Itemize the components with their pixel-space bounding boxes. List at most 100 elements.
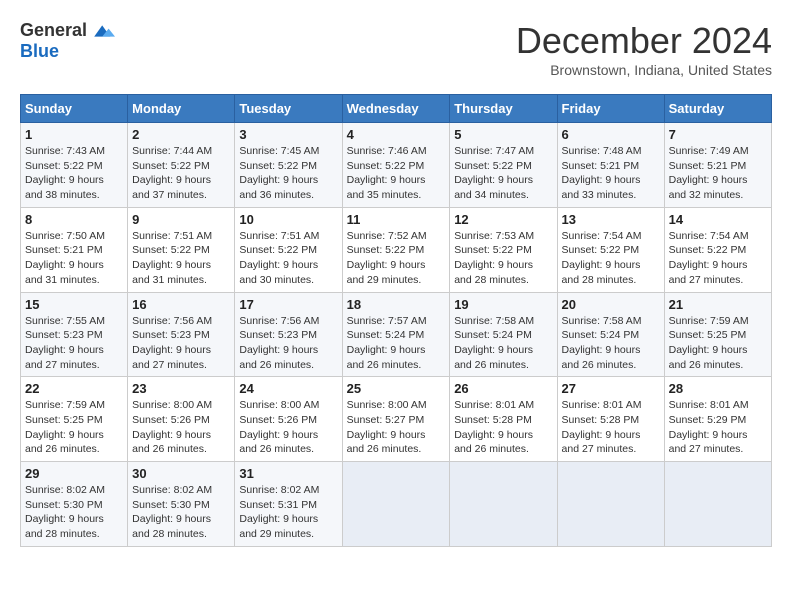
day-number: 3 — [239, 127, 337, 142]
weekday-header: Monday — [128, 95, 235, 123]
calendar-cell — [450, 462, 557, 547]
calendar-week-row: 29 Sunrise: 8:02 AMSunset: 5:30 PMDayligh… — [21, 462, 772, 547]
calendar-cell: 18 Sunrise: 7:57 AMSunset: 5:24 PMDayligh… — [342, 292, 450, 377]
calendar-cell: 16 Sunrise: 7:56 AMSunset: 5:23 PMDayligh… — [128, 292, 235, 377]
day-number: 8 — [25, 212, 123, 227]
calendar-cell: 27 Sunrise: 8:01 AMSunset: 5:28 PMDayligh… — [557, 377, 664, 462]
day-info: Sunrise: 8:01 AMSunset: 5:29 PMDaylight:… — [669, 398, 767, 457]
day-info: Sunrise: 7:56 AMSunset: 5:23 PMDaylight:… — [132, 314, 230, 373]
day-info: Sunrise: 8:00 AMSunset: 5:26 PMDaylight:… — [239, 398, 337, 457]
day-number: 2 — [132, 127, 230, 142]
calendar-cell: 23Sunrise: 8:00 AMSunset: 5:26 PMDayligh… — [128, 377, 235, 462]
calendar-cell: 6 Sunrise: 7:48 AMSunset: 5:21 PMDaylight… — [557, 123, 664, 208]
calendar-cell: 4 Sunrise: 7:46 AMSunset: 5:22 PMDaylight… — [342, 123, 450, 208]
calendar-cell: 1 Sunrise: 7:43 AMSunset: 5:22 PMDaylight… — [21, 123, 128, 208]
day-info: Sunrise: 7:54 AMSunset: 5:22 PMDaylight:… — [669, 229, 767, 288]
day-number: 18 — [347, 297, 446, 312]
calendar-cell: 30Sunrise: 8:02 AMSunset: 5:30 PMDayligh… — [128, 462, 235, 547]
weekday-header: Wednesday — [342, 95, 450, 123]
day-info: Sunrise: 7:57 AMSunset: 5:24 PMDaylight:… — [347, 314, 446, 373]
day-info: Sunrise: 8:01 AMSunset: 5:28 PMDaylight:… — [562, 398, 660, 457]
day-info: Sunrise: 7:55 AMSunset: 5:23 PMDaylight:… — [25, 314, 123, 373]
weekday-header: Saturday — [664, 95, 771, 123]
day-info: Sunrise: 7:53 AMSunset: 5:22 PMDaylight:… — [454, 229, 552, 288]
calendar-cell: 24 Sunrise: 8:00 AMSunset: 5:26 PMDayligh… — [235, 377, 342, 462]
month-title: December 2024 — [516, 20, 772, 62]
location-text: Brownstown, Indiana, United States — [516, 62, 772, 78]
day-info: Sunrise: 8:02 AMSunset: 5:31 PMDaylight:… — [239, 483, 337, 542]
day-info: Sunrise: 8:02 AMSunset: 5:30 PMDaylight:… — [25, 483, 123, 542]
day-info: Sunrise: 7:54 AMSunset: 5:22 PMDaylight:… — [562, 229, 660, 288]
day-number: 1 — [25, 127, 123, 142]
day-info: Sunrise: 7:59 AMSunset: 5:25 PMDaylight:… — [25, 398, 123, 457]
weekday-header: Sunday — [21, 95, 128, 123]
day-info: Sunrise: 7:49 AMSunset: 5:21 PMDaylight:… — [669, 144, 767, 203]
day-info: Sunrise: 7:51 AMSunset: 5:22 PMDaylight:… — [239, 229, 337, 288]
day-info: Sunrise: 8:01 AMSunset: 5:28 PMDaylight:… — [454, 398, 552, 457]
day-info: Sunrise: 7:46 AMSunset: 5:22 PMDaylight:… — [347, 144, 446, 203]
day-info: Sunrise: 7:48 AMSunset: 5:21 PMDaylight:… — [562, 144, 660, 203]
day-info: Sunrise: 7:56 AMSunset: 5:23 PMDaylight:… — [239, 314, 337, 373]
title-section: December 2024 Brownstown, Indiana, Unite… — [516, 20, 772, 78]
calendar-cell: 5 Sunrise: 7:47 AMSunset: 5:22 PMDaylight… — [450, 123, 557, 208]
calendar-table: SundayMondayTuesdayWednesdayThursdayFrid… — [20, 94, 772, 547]
page-header: General Blue December 2024 Brownstown, I… — [20, 20, 772, 78]
day-number: 21 — [669, 297, 767, 312]
calendar-cell: 7 Sunrise: 7:49 AMSunset: 5:21 PMDaylight… — [664, 123, 771, 208]
day-number: 24 — [239, 381, 337, 396]
calendar-cell — [664, 462, 771, 547]
day-info: Sunrise: 7:47 AMSunset: 5:22 PMDaylight:… — [454, 144, 552, 203]
calendar-week-row: 15Sunrise: 7:55 AMSunset: 5:23 PMDayligh… — [21, 292, 772, 377]
day-number: 6 — [562, 127, 660, 142]
calendar-cell: 2 Sunrise: 7:44 AMSunset: 5:22 PMDaylight… — [128, 123, 235, 208]
calendar-cell: 21 Sunrise: 7:59 AMSunset: 5:25 PMDayligh… — [664, 292, 771, 377]
day-number: 17 — [239, 297, 337, 312]
weekday-header: Tuesday — [235, 95, 342, 123]
day-number: 27 — [562, 381, 660, 396]
day-number: 16 — [132, 297, 230, 312]
calendar-cell: 28 Sunrise: 8:01 AMSunset: 5:29 PMDayligh… — [664, 377, 771, 462]
day-info: Sunrise: 7:59 AMSunset: 5:25 PMDaylight:… — [669, 314, 767, 373]
day-info: Sunrise: 7:58 AMSunset: 5:24 PMDaylight:… — [454, 314, 552, 373]
day-info: Sunrise: 7:44 AMSunset: 5:22 PMDaylight:… — [132, 144, 230, 203]
day-info: Sunrise: 7:58 AMSunset: 5:24 PMDaylight:… — [562, 314, 660, 373]
day-info: Sunrise: 7:50 AMSunset: 5:21 PMDaylight:… — [25, 229, 123, 288]
day-number: 28 — [669, 381, 767, 396]
day-number: 20 — [562, 297, 660, 312]
day-number: 19 — [454, 297, 552, 312]
day-number: 5 — [454, 127, 552, 142]
day-number: 25 — [347, 381, 446, 396]
calendar-cell — [342, 462, 450, 547]
calendar-cell: 8 Sunrise: 7:50 AMSunset: 5:21 PMDaylight… — [21, 207, 128, 292]
day-number: 12 — [454, 212, 552, 227]
calendar-cell: 17 Sunrise: 7:56 AMSunset: 5:23 PMDayligh… — [235, 292, 342, 377]
calendar-cell: 3Sunrise: 7:45 AMSunset: 5:22 PMDaylight… — [235, 123, 342, 208]
day-number: 13 — [562, 212, 660, 227]
day-info: Sunrise: 7:52 AMSunset: 5:22 PMDaylight:… — [347, 229, 446, 288]
day-number: 4 — [347, 127, 446, 142]
logo-blue-text: Blue — [20, 41, 59, 62]
day-number: 29 — [25, 466, 123, 481]
calendar-cell: 15Sunrise: 7:55 AMSunset: 5:23 PMDayligh… — [21, 292, 128, 377]
day-number: 11 — [347, 212, 446, 227]
day-number: 23 — [132, 381, 230, 396]
day-info: Sunrise: 8:00 AMSunset: 5:27 PMDaylight:… — [347, 398, 446, 457]
calendar-cell: 31Sunrise: 8:02 AMSunset: 5:31 PMDayligh… — [235, 462, 342, 547]
day-number: 10 — [239, 212, 337, 227]
day-number: 22 — [25, 381, 123, 396]
calendar-cell: 22 Sunrise: 7:59 AMSunset: 5:25 PMDayligh… — [21, 377, 128, 462]
day-number: 7 — [669, 127, 767, 142]
calendar-cell: 25 Sunrise: 8:00 AMSunset: 5:27 PMDayligh… — [342, 377, 450, 462]
day-info: Sunrise: 8:02 AMSunset: 5:30 PMDaylight:… — [132, 483, 230, 542]
day-info: Sunrise: 7:43 AMSunset: 5:22 PMDaylight:… — [25, 144, 123, 203]
calendar-cell: 11 Sunrise: 7:52 AMSunset: 5:22 PMDayligh… — [342, 207, 450, 292]
weekday-header-row: SundayMondayTuesdayWednesdayThursdayFrid… — [21, 95, 772, 123]
weekday-header: Thursday — [450, 95, 557, 123]
calendar-cell — [557, 462, 664, 547]
logo-general-text: General — [20, 20, 87, 41]
day-number: 14 — [669, 212, 767, 227]
calendar-cell: 19 Sunrise: 7:58 AMSunset: 5:24 PMDayligh… — [450, 292, 557, 377]
calendar-week-row: 1 Sunrise: 7:43 AMSunset: 5:22 PMDaylight… — [21, 123, 772, 208]
logo: General Blue — [20, 20, 115, 62]
weekday-header: Friday — [557, 95, 664, 123]
